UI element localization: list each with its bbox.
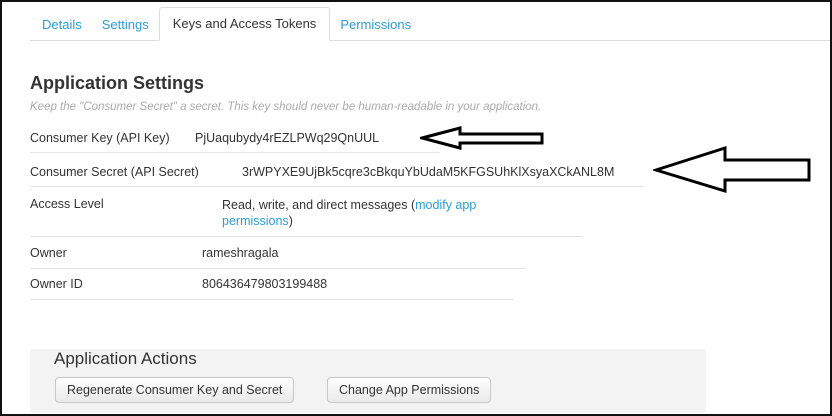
owner-label: Owner [30, 246, 67, 260]
tab-settings[interactable]: Settings [92, 9, 159, 40]
tab-permissions[interactable]: Permissions [330, 9, 421, 40]
access-level-text: Read, write, and direct messages ( [222, 198, 416, 212]
consumer-key-label: Consumer Key (API Key) [30, 131, 170, 145]
settings-row-consumer-key: Consumer Key (API Key) PjUaqubydy4rEZLPW… [30, 122, 440, 153]
owner-id-label: Owner ID [30, 277, 83, 291]
settings-row-access-level: Access Level Read, write, and direct mes… [30, 187, 583, 237]
application-actions-panel: Application Actions Regenerate Consumer … [30, 349, 706, 413]
settings-row-owner: Owner rameshragala [30, 237, 526, 269]
regenerate-consumer-key-button[interactable]: Regenerate Consumer Key and Secret [55, 377, 295, 403]
page-title: Application Settings [30, 73, 205, 93]
arrow-annotation-icon [420, 126, 544, 150]
tab-keys-and-access-tokens[interactable]: Keys and Access Tokens [158, 7, 331, 41]
consumer-secret-label: Consumer Secret (API Secret) [30, 165, 199, 179]
tab-details[interactable]: Details [30, 9, 92, 40]
page-subtitle: Keep the "Consumer Secret" a secret. Thi… [30, 101, 542, 113]
access-level-value: Read, write, and direct messages (modify… [222, 197, 522, 229]
owner-id-value: 806436479803199488 [202, 277, 328, 291]
app-page: Details Settings Keys and Access Tokens … [0, 0, 832, 416]
change-app-permissions-button[interactable]: Change App Permissions [327, 377, 492, 403]
consumer-key-value: PjUaqubydy4rEZLPWq29QnUUL [195, 131, 380, 145]
tab-bar: Details Settings Keys and Access Tokens … [30, 7, 830, 41]
access-level-label: Access Level [30, 197, 104, 211]
owner-value: rameshragala [202, 246, 279, 260]
settings-row-consumer-secret: Consumer Secret (API Secret) 3rWPYXE9UjB… [30, 153, 644, 187]
consumer-secret-value: 3rWPYXE9UjBk5cqre3cBkquYbUdaM5KFGSUhKlXs… [242, 165, 615, 179]
access-level-suffix: ) [288, 214, 293, 228]
application-actions-title: Application Actions [54, 349, 197, 368]
settings-row-owner-id: Owner ID 806436479803199488 [30, 269, 514, 300]
arrow-annotation-icon [653, 145, 811, 193]
